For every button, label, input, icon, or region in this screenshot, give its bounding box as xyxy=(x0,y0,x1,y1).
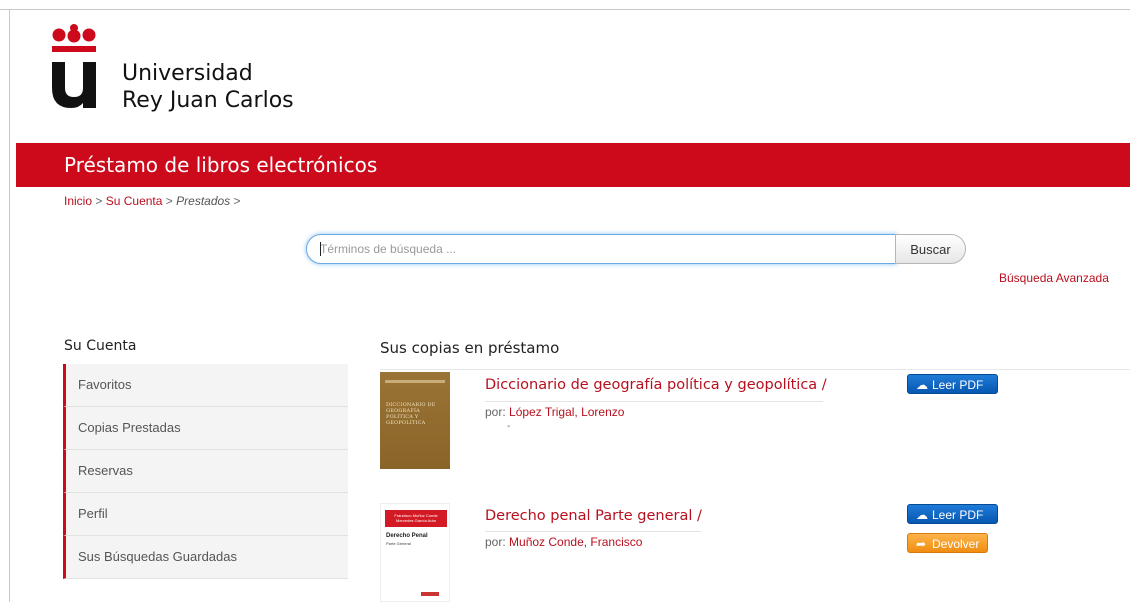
divider xyxy=(380,369,1130,370)
sidebar-title: Su Cuenta xyxy=(64,338,137,354)
cover-decoration xyxy=(385,380,445,383)
cover-band: Francisco Muñoz Conde Mercedes García Ar… xyxy=(385,510,447,527)
breadcrumb-home-link[interactable]: Inicio xyxy=(64,194,92,208)
book-title-link[interactable]: Diccionario de geografía política y geop… xyxy=(485,377,827,393)
read-pdf-button[interactable]: ☁ Leer PDF xyxy=(907,504,998,524)
cover-title: Derecho Penal xyxy=(386,533,428,539)
page-banner: Préstamo de libros electrónicos xyxy=(16,143,1130,187)
return-label: Devolver xyxy=(932,537,980,551)
advanced-search-link[interactable]: Búsqueda Avanzada xyxy=(999,271,1109,285)
book-author: por: López Trigal, Lorenzo xyxy=(485,405,624,419)
breadcrumb-separator: > xyxy=(95,194,103,208)
book-author: por: Muñoz Conde, Francisco xyxy=(485,535,642,549)
cover-subtitle: Parte General xyxy=(386,541,411,546)
search-input[interactable] xyxy=(306,234,897,264)
return-button[interactable]: ➦ Devolver xyxy=(907,533,988,553)
breadcrumb-current: Prestados xyxy=(176,194,231,208)
divider xyxy=(485,401,823,402)
book-cover[interactable]: DICCIONARIO DE GEOGRAFÍA POLÍTICA Y GEOP… xyxy=(380,372,450,469)
text-cursor xyxy=(320,242,321,256)
book-extra: - xyxy=(507,421,511,432)
publisher-logo xyxy=(421,592,439,596)
cover-authors: Francisco Muñoz Conde Mercedes García Ar… xyxy=(394,513,438,523)
author-link[interactable]: López Trigal, Lorenzo xyxy=(509,405,624,419)
read-pdf-label: Leer PDF xyxy=(932,378,984,392)
breadcrumb-account-link[interactable]: Su Cuenta xyxy=(106,194,163,208)
window-top-border xyxy=(0,0,1130,10)
author-link[interactable]: Muñoz Conde, Francisco xyxy=(509,535,642,549)
author-prefix: por: xyxy=(485,405,506,419)
read-pdf-button[interactable]: ☁ Leer PDF xyxy=(907,374,998,394)
breadcrumb-separator: > xyxy=(165,194,173,208)
breadcrumb-separator: > xyxy=(233,194,241,208)
sidebar-item-favorites[interactable]: Favoritos xyxy=(63,364,348,407)
cloud-icon: ☁ xyxy=(916,378,928,392)
book-title-link[interactable]: Derecho penal Parte general / xyxy=(485,508,702,524)
university-logo[interactable] xyxy=(52,24,100,108)
main-title: Sus copias en préstamo xyxy=(380,339,560,357)
window-left-border xyxy=(9,9,10,602)
university-name: Universidad Rey Juan Carlos xyxy=(122,60,294,114)
sidebar-item-profile[interactable]: Perfil xyxy=(63,493,348,536)
sidebar-item-saved-searches[interactable]: Sus Búsquedas Guardadas xyxy=(63,536,348,579)
author-prefix: por: xyxy=(485,535,506,549)
banner-title: Préstamo de libros electrónicos xyxy=(64,153,378,177)
urjc-logo-icon xyxy=(52,24,96,108)
university-name-line1: Universidad xyxy=(122,61,253,86)
cover-text: DICCIONARIO DE GEOGRAFÍA POLÍTICA Y GEOP… xyxy=(386,402,436,426)
sidebar-item-reservations[interactable]: Reservas xyxy=(63,450,348,493)
book-cover[interactable]: Francisco Muñoz Conde Mercedes García Ar… xyxy=(380,503,450,602)
sidebar-item-borrowed-copies[interactable]: Copias Prestadas xyxy=(63,407,348,450)
share-arrow-icon: ➦ xyxy=(916,537,927,551)
search-button[interactable]: Buscar xyxy=(895,234,966,264)
university-name-line2: Rey Juan Carlos xyxy=(122,88,294,113)
account-sidebar: Favoritos Copias Prestadas Reservas Perf… xyxy=(63,364,348,579)
cloud-icon: ☁ xyxy=(916,508,928,522)
divider xyxy=(485,531,701,532)
breadcrumb: Inicio > Su Cuenta > Prestados > xyxy=(64,194,241,208)
read-pdf-label: Leer PDF xyxy=(932,508,984,522)
